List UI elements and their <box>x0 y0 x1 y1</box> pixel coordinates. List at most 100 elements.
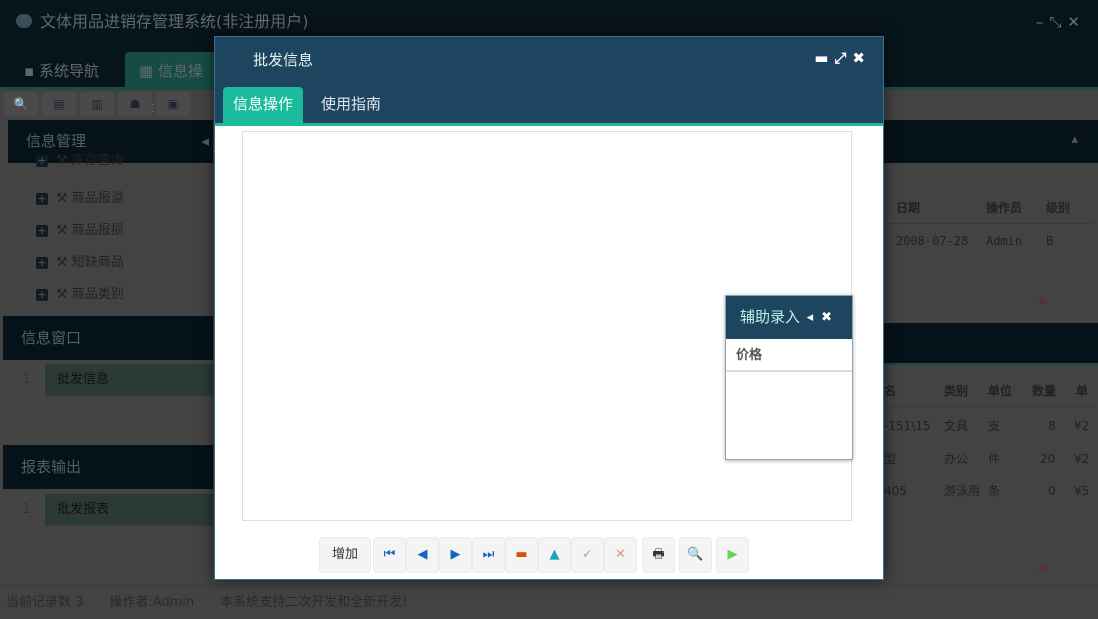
app-logo-icon <box>16 14 32 28</box>
tree-item[interactable]: + ⚒ 商品报损 <box>36 215 206 247</box>
status-bar: 当前记录数 3 操作者:Admin 本系统支持二次开发和全新开发! <box>0 585 1098 618</box>
dialog-controls: ▬⤢✖ <box>814 49 871 67</box>
collapse-icon[interactable]: ◂ <box>807 310 822 325</box>
window-controls: –⤡✕ <box>1036 0 1086 44</box>
tab-system-nav[interactable]: ▪ 系统导航 <box>10 52 113 90</box>
list-item[interactable]: 1 批发信息 <box>8 364 213 396</box>
cell: -151\15 <box>884 419 931 433</box>
tree-label: 商品报损 <box>71 223 124 238</box>
expand-icon[interactable]: + <box>36 193 48 205</box>
edit-up-button[interactable]: ▲ <box>538 537 571 573</box>
tree-item[interactable]: + ⚒ 短缺商品 <box>36 247 206 279</box>
row-number: 1 <box>8 494 45 526</box>
tree-label: 商品类别 <box>71 287 124 302</box>
section-title: 信息管理 <box>26 132 87 150</box>
cancel-button[interactable]: ✕ <box>604 537 637 573</box>
monitor-icon[interactable]: ▣ <box>156 92 190 116</box>
minimize-icon[interactable]: ▬ <box>814 49 834 67</box>
next-record-button[interactable]: ▶ <box>439 537 472 573</box>
first-record-button[interactable]: ⏮ <box>373 537 406 573</box>
add-button[interactable]: 增加 <box>319 537 371 573</box>
table-row[interactable]: 型 办公 件 20 ¥2 <box>884 443 1094 475</box>
aux-panel-header: 辅助录入 ◂✖ <box>726 296 852 339</box>
tree-item-stock-query[interactable]: + ⚒ 库存查询 <box>36 152 206 176</box>
collapse-up-icon[interactable]: ▴ <box>1071 132 1078 147</box>
status-note: 本系统支持二次开发和全新开发! <box>220 595 408 610</box>
last-record-button[interactable]: ⏭ <box>472 537 505 573</box>
tree-item[interactable]: + ⚒ 商品类别 <box>36 279 206 311</box>
table-row[interactable]: 405 游泳用条 0 ¥5 <box>884 475 1094 507</box>
cell: 游泳用 <box>944 484 981 498</box>
row-number: 1 <box>8 364 45 396</box>
column-header[interactable]: 类别 <box>944 375 968 407</box>
expand-icon[interactable]: + <box>36 289 48 301</box>
operator: 操作者:Admin <box>109 595 195 610</box>
tree-label: 库存查询 <box>71 153 124 168</box>
close-icon[interactable]: ✖ <box>852 49 871 67</box>
grid-header: 日期 操作员 级别 <box>884 192 1094 224</box>
cancel-icon[interactable]: ✕ <box>1037 560 1049 576</box>
row-label: 批发报表 <box>57 502 110 517</box>
section-info-window[interactable]: 信息窗口 <box>3 316 213 360</box>
cell: 办公 <box>944 452 969 466</box>
expand-icon[interactable]: + <box>36 155 48 167</box>
search-icon[interactable]: 🔍 <box>4 92 38 116</box>
cell: 型 <box>884 452 897 466</box>
wholesale-info-dialog: 批发信息 ▬⤢✖ 信息操作 使用指南 增加 ⏮ ◀ ▶ ⏭ ▬ ▲ ✓ ✕ 🖶 … <box>214 36 884 580</box>
cell: ¥5 <box>1074 484 1090 498</box>
column-header[interactable]: 名 <box>884 375 896 407</box>
print-button[interactable]: 🖶 <box>642 537 675 573</box>
column-header[interactable]: 数量 <box>1032 375 1056 407</box>
tool-icon: ⚒ <box>56 153 72 168</box>
dialog-title: 批发信息 <box>253 51 314 69</box>
tab-user-guide[interactable]: 使用指南 <box>311 87 391 123</box>
cell: B <box>1046 234 1054 248</box>
printer-icon: 🖶 <box>652 547 665 562</box>
cell: ¥2 <box>1074 419 1090 433</box>
tool-icon: ⚒ <box>56 255 72 270</box>
section-report-output[interactable]: 报表输出 <box>3 445 213 489</box>
minimize-button[interactable]: – <box>1036 13 1050 31</box>
column-header[interactable]: 日期 <box>896 192 920 224</box>
cell: 405 <box>884 484 907 498</box>
save-button[interactable]: ✓ <box>571 537 604 573</box>
tab-label: 系统导航 <box>38 62 99 80</box>
column-header[interactable]: 单位 <box>988 375 1012 407</box>
tool-icon: ⚒ <box>56 191 72 206</box>
panel-header <box>884 323 1098 365</box>
prev-record-button[interactable]: ◀ <box>406 537 439 573</box>
preview-button[interactable]: 🔍 <box>679 537 712 573</box>
column-header[interactable]: 操作员 <box>986 192 1022 224</box>
close-button[interactable]: ✕ <box>1067 13 1086 31</box>
cell: 8 <box>1048 419 1056 433</box>
list-icon[interactable]: ▤ <box>42 92 76 116</box>
column-header-price: 价格 <box>726 339 852 372</box>
row-label: 批发信息 <box>57 372 110 387</box>
close-icon[interactable]: ✖ <box>821 310 840 325</box>
column-header[interactable]: 级别 <box>1046 192 1070 224</box>
users-icon[interactable]: ☗ <box>118 92 152 116</box>
expand-icon[interactable]: + <box>36 225 48 237</box>
document-icon[interactable]: ▥ <box>80 92 114 116</box>
confirm-icon[interactable]: ✓ <box>946 294 958 310</box>
cancel-icon[interactable]: ✕ <box>1037 294 1049 310</box>
aux-panel-title: 辅助录入 <box>740 308 801 326</box>
cell: Admin <box>986 234 1023 248</box>
table-row[interactable]: 2008-07-28 Admin B <box>884 226 1094 256</box>
delete-button[interactable]: ▬ <box>505 537 538 573</box>
cell: 20 <box>1040 452 1056 466</box>
table-row[interactable]: -151\15 文具 支 8 ¥2 <box>884 410 1094 442</box>
maximize-icon[interactable]: ⤢ <box>834 49 852 67</box>
expand-icon[interactable]: + <box>36 257 48 269</box>
list-item[interactable]: 1 批发报表 <box>8 494 213 526</box>
confirm-icon[interactable]: ✓ <box>946 560 958 576</box>
cell: 文具 <box>944 419 969 433</box>
tree-item[interactable]: + ⚒ 商品报溢 <box>36 183 206 215</box>
run-button[interactable]: ▶ <box>716 537 749 573</box>
column-header[interactable]: 单 <box>1076 375 1088 407</box>
cell: 条 <box>988 484 1001 498</box>
maximize-button[interactable]: ⤡ <box>1049 13 1067 31</box>
tree-label: 短缺商品 <box>71 255 124 270</box>
tab-info-ops[interactable]: ▦ 信息操作 <box>125 52 225 118</box>
tab-info-ops[interactable]: 信息操作 <box>223 87 304 123</box>
